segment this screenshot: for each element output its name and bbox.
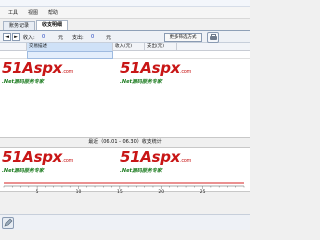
x-tick-label: 20 — [158, 189, 164, 193]
watermark-domain: .com — [62, 69, 74, 75]
menu-bar: 工具 视图 帮助 — [0, 7, 250, 19]
grid-col-blank[interactable] — [0, 43, 27, 51]
menu-item-view[interactable]: 视图 — [28, 9, 38, 16]
next-period-button[interactable]: ► — [12, 33, 20, 41]
status-bar — [0, 214, 250, 230]
tab-income-expense-detail[interactable]: 收支明细 — [36, 20, 69, 30]
tab-account-records[interactable]: 账务记录 — [3, 21, 36, 30]
expense-unit: 元 — [106, 35, 112, 41]
watermark: 51Aspx.com .Net源码服务专家 — [2, 59, 74, 86]
more-filter-button[interactable]: 更多筛选方式 — [164, 33, 202, 42]
title-bar — [0, 0, 250, 7]
watermark-brand: 51Aspx — [120, 59, 181, 77]
expense-label: 支出: — [72, 35, 84, 41]
x-tick-label: 25 — [200, 189, 206, 193]
printer-icon — [210, 36, 217, 40]
watermark-subtitle: .Net源码服务专家 — [2, 79, 44, 85]
selected-cell[interactable] — [27, 51, 113, 59]
status-tool-button[interactable] — [2, 217, 14, 229]
income-label: 收入: — [23, 35, 35, 41]
grid-col-description[interactable]: 交易描述 — [27, 43, 113, 51]
income-value: 0 — [42, 34, 46, 40]
x-tick-label: 5 — [36, 189, 39, 193]
menu-item-tools[interactable]: 工具 — [8, 9, 18, 16]
prev-period-button[interactable]: ◄ — [3, 33, 11, 41]
chart-title: 最近（06.01 - 06.30）收支统计 — [0, 138, 250, 147]
x-tick-label: 10 — [76, 189, 82, 193]
filter-bar: ◄ ► 收入: 0 元 支出: 0 元 更多筛选方式 — [0, 31, 250, 43]
chart-canvas: 5 10 15 20 25 — [3, 182, 245, 193]
transaction-grid[interactable]: 交易描述 收入(元) 支出(元) 51Aspx.com .Net源码服务专家 5… — [0, 43, 250, 138]
menu-item-help[interactable]: 帮助 — [48, 9, 58, 16]
grid-col-expense[interactable]: 支出(元) — [145, 43, 177, 51]
print-button[interactable] — [207, 32, 219, 43]
watermark-domain: .com — [180, 69, 192, 75]
grid-col-income[interactable]: 收入(元) — [113, 43, 145, 51]
watermark-subtitle: .Net源码服务专家 — [120, 79, 162, 85]
edit-icon — [4, 218, 13, 227]
watermark-brand: 51Aspx — [2, 59, 63, 77]
x-tick-label: 15 — [117, 189, 123, 193]
income-unit: 元 — [58, 35, 64, 41]
expense-value: 0 — [91, 34, 95, 40]
table-row[interactable] — [0, 51, 250, 59]
income-expense-chart: 51Aspx.com .Net源码服务专家 51Aspx.com .Net源码服… — [0, 147, 250, 193]
grid-header: 交易描述 收入(元) 支出(元) — [0, 43, 250, 51]
tab-strip: 账务记录 收支明细 — [0, 20, 250, 31]
watermark: 51Aspx.com .Net源码服务专家 — [120, 59, 192, 86]
